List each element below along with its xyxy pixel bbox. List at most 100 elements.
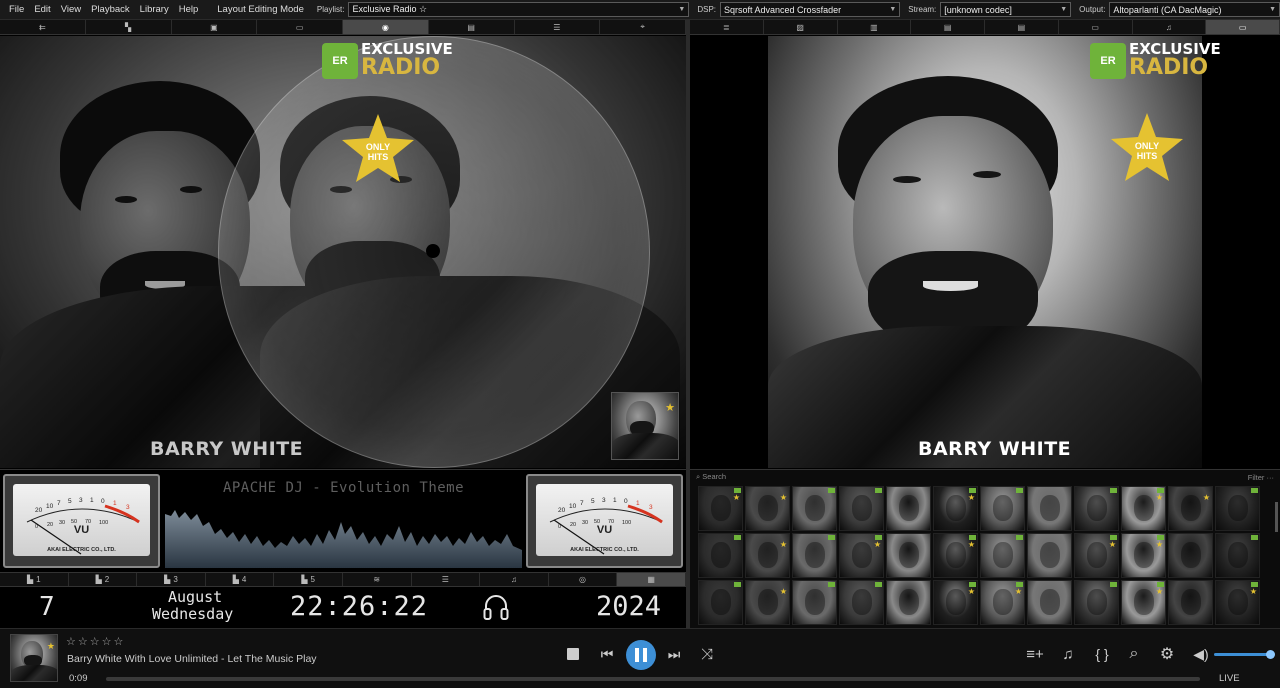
- album-tile[interactable]: [1168, 580, 1213, 625]
- tab-book[interactable]: ▚: [86, 20, 172, 34]
- album-tile[interactable]: ★: [933, 580, 978, 625]
- tab-note[interactable]: ♫: [1133, 20, 1207, 34]
- tab-target[interactable]: ⌖: [600, 20, 686, 34]
- tab-monitor[interactable]: ▭: [257, 20, 343, 34]
- album-tile[interactable]: ★: [933, 486, 978, 531]
- tab-stack[interactable]: ☰: [412, 573, 481, 586]
- menu-edit[interactable]: Edit: [29, 4, 55, 15]
- output-dropdown[interactable]: Altoparlanti (CA DacMagic) ▼: [1109, 2, 1280, 17]
- tab-folder[interactable]: ▥: [838, 20, 912, 34]
- album-tile[interactable]: ★: [1074, 533, 1119, 578]
- album-tile[interactable]: [839, 580, 884, 625]
- exclusive-radio-badge-icon: [828, 582, 835, 587]
- tab-back[interactable]: ⇇: [0, 20, 86, 34]
- tab-image[interactable]: ▨: [764, 20, 838, 34]
- mute-button[interactable]: ◀): [1191, 645, 1211, 663]
- tab-monitor[interactable]: ▭: [1059, 20, 1133, 34]
- tab-visualizer-2[interactable]: ▙ 2: [69, 573, 138, 586]
- album-tile[interactable]: ★: [839, 533, 884, 578]
- menu-library[interactable]: Library: [135, 4, 174, 15]
- album-tile[interactable]: ★: [745, 580, 790, 625]
- tab-note[interactable]: ♫: [480, 573, 549, 586]
- tab-disc[interactable]: ◉: [343, 20, 429, 34]
- album-tile[interactable]: ★: [980, 580, 1025, 625]
- album-tile[interactable]: ★: [1168, 486, 1213, 531]
- tab-visualizer-5[interactable]: ▙ 5: [274, 573, 343, 586]
- tab-radio[interactable]: ▣: [172, 20, 258, 34]
- album-tile[interactable]: [886, 580, 931, 625]
- album-tile[interactable]: [1074, 486, 1119, 531]
- album-thumbnail[interactable]: ★: [611, 392, 679, 460]
- exclusive-radio-badge-icon: [734, 535, 741, 540]
- album-tile[interactable]: [792, 486, 837, 531]
- tab-stack[interactable]: ☰: [515, 20, 601, 34]
- now-playing-cover[interactable]: ★: [10, 634, 58, 682]
- menu-help[interactable]: Help: [174, 4, 204, 15]
- album-tile[interactable]: [839, 486, 884, 531]
- code-button[interactable]: { }: [1092, 645, 1112, 663]
- tab-globe[interactable]: ◎: [549, 573, 618, 586]
- library-scrollbar[interactable]: [1275, 502, 1278, 532]
- volume-slider[interactable]: [1214, 653, 1270, 656]
- search-input[interactable]: ⌕ Search: [696, 472, 726, 482]
- stream-dropdown[interactable]: [unknown codec] ▼: [940, 2, 1072, 17]
- volume-handle[interactable]: [1266, 650, 1275, 659]
- add-to-queue-button[interactable]: ≡+: [1024, 645, 1046, 663]
- album-tile[interactable]: [886, 533, 931, 578]
- menu-playback[interactable]: Playback: [86, 4, 135, 15]
- album-tile[interactable]: [1074, 580, 1119, 625]
- settings-button[interactable]: ⚙: [1157, 645, 1177, 663]
- album-tile[interactable]: [792, 580, 837, 625]
- album-tile[interactable]: [1027, 580, 1072, 625]
- album-tile[interactable]: [886, 486, 931, 531]
- album-tile[interactable]: ★: [933, 533, 978, 578]
- clock-month: August: [168, 588, 223, 606]
- album-tile[interactable]: ★: [1121, 580, 1166, 625]
- tab-screen[interactable]: ▤: [429, 20, 515, 34]
- stop-button[interactable]: [566, 647, 580, 661]
- album-tile[interactable]: ★: [698, 486, 743, 531]
- rating-stars[interactable]: ☆☆☆☆☆: [66, 635, 125, 648]
- pause-button[interactable]: [626, 640, 656, 670]
- search-button[interactable]: ⌕: [1124, 645, 1144, 663]
- album-tile[interactable]: [1027, 533, 1072, 578]
- filter-button[interactable]: Filter: [1248, 473, 1265, 482]
- tab-visualizer-3[interactable]: ▙ 3: [137, 573, 206, 586]
- album-tile[interactable]: [1027, 486, 1072, 531]
- left-artwork-pane: ER EXCLUSIVE RADIO ONLY HITS BARRY WHITE…: [0, 36, 686, 468]
- album-tile[interactable]: ★: [745, 533, 790, 578]
- seek-bar[interactable]: [106, 677, 1200, 681]
- album-tile[interactable]: [1168, 533, 1213, 578]
- tab-wave[interactable]: ≋: [343, 573, 412, 586]
- tab-visualizer-4[interactable]: ▙ 4: [206, 573, 275, 586]
- album-tile[interactable]: ★: [745, 486, 790, 531]
- album-tile[interactable]: ★: [1215, 580, 1260, 625]
- tab-display[interactable]: ▭: [1206, 20, 1280, 34]
- more-options-button[interactable]: ···: [1267, 473, 1275, 482]
- menu-file[interactable]: File: [0, 4, 29, 15]
- tab-list[interactable]: ≣: [690, 20, 764, 34]
- album-tile[interactable]: ★: [1121, 533, 1166, 578]
- next-button[interactable]: ⏭: [665, 645, 683, 663]
- album-tile[interactable]: [980, 486, 1025, 531]
- album-tile[interactable]: [698, 533, 743, 578]
- tab-screen-b[interactable]: ▤: [985, 20, 1059, 34]
- tab-screen-a[interactable]: ▤: [911, 20, 985, 34]
- playlist-button[interactable]: ♫: [1058, 645, 1078, 663]
- tab-calendar[interactable]: ▦: [617, 573, 686, 586]
- svg-text:3: 3: [649, 504, 653, 511]
- next-icon: ⏭: [667, 645, 681, 662]
- previous-button[interactable]: ⏮: [598, 645, 616, 663]
- dsp-dropdown[interactable]: Sqrsoft Advanced Crossfader ▼: [720, 2, 901, 17]
- menu-view[interactable]: View: [56, 4, 86, 15]
- tab-visualizer-1[interactable]: ▙ 1: [0, 573, 69, 586]
- album-tile[interactable]: [1215, 486, 1260, 531]
- album-tile[interactable]: [980, 533, 1025, 578]
- album-tile[interactable]: [698, 580, 743, 625]
- menu-layout-editing-mode[interactable]: Layout Editing Mode: [203, 4, 309, 15]
- shuffle-button[interactable]: ⤨: [698, 645, 716, 663]
- playlist-dropdown[interactable]: Exclusive Radio ☆ ▼: [348, 2, 690, 17]
- album-tile[interactable]: [1215, 533, 1260, 578]
- album-tile[interactable]: ★: [1121, 486, 1166, 531]
- album-tile[interactable]: [792, 533, 837, 578]
